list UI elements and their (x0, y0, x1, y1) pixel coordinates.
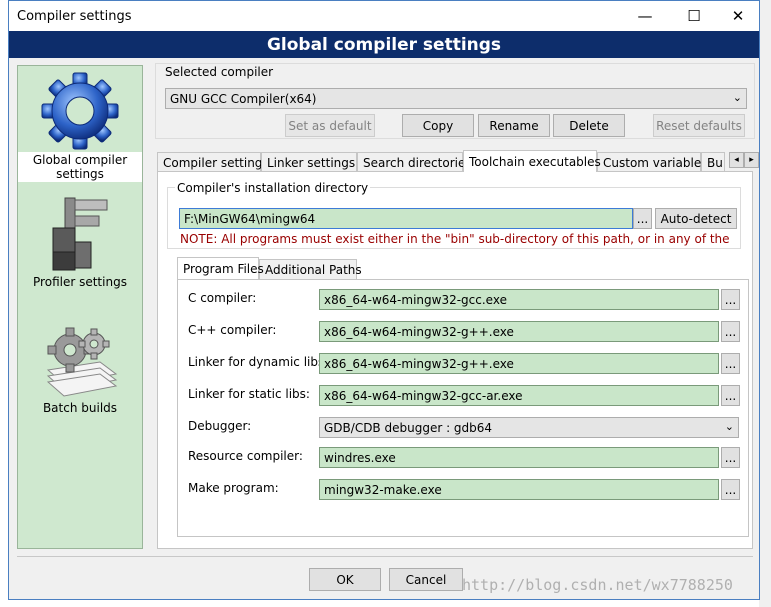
set-default-button[interactable]: Set as default (285, 114, 375, 137)
make-program-input[interactable]: mingw32-make.exe (319, 479, 719, 500)
tab-compiler-settings[interactable]: Compiler settings (157, 152, 269, 172)
compiler-tabs: Compiler settings Linker settings Search… (157, 150, 725, 172)
cpp-compiler-label: C++ compiler: (188, 323, 277, 337)
window-title: Compiler settings (17, 8, 132, 24)
watermark: http://blog.csdn.net/wx7788250 (462, 576, 733, 594)
rename-button[interactable]: Rename (478, 114, 550, 137)
reset-defaults-button[interactable]: Reset defaults (653, 114, 745, 137)
maximize-icon[interactable]: ☐ (671, 1, 717, 31)
cpp-compiler-browse-button[interactable]: ... (721, 321, 740, 342)
nav-item-batch-builds[interactable]: Batch builds (18, 322, 142, 416)
footer-divider (17, 556, 753, 557)
nav-item-global-compiler[interactable]: Global compiler settings (18, 70, 142, 182)
resource-compiler-browse-button[interactable]: ... (721, 447, 740, 468)
cancel-button[interactable]: Cancel (389, 568, 463, 591)
make-program-label: Make program: (188, 481, 279, 495)
nav-item-label: Batch builds (42, 401, 118, 415)
cpp-compiler-input[interactable]: x86_64-w64-mingw32-g++.exe (319, 321, 719, 342)
c-compiler-input[interactable]: x86_64-w64-mingw32-gcc.exe (319, 289, 719, 310)
make-program-browse-button[interactable]: ... (721, 479, 740, 500)
install-dir-browse-button[interactable]: ... (633, 208, 652, 229)
resource-compiler-label: Resource compiler: (188, 449, 303, 463)
tab-linker-settings[interactable]: Linker settings (261, 152, 357, 172)
static-linker-input[interactable]: x86_64-w64-mingw32-gcc-ar.exe (319, 385, 719, 406)
static-linker-browse-button[interactable]: ... (721, 385, 740, 406)
install-dir-note: NOTE: All programs must exist either in … (180, 232, 730, 246)
background-app-left (0, 0, 8, 607)
gears-stack-icon (46, 327, 118, 397)
tab-additional-paths[interactable]: Additional Paths (259, 259, 362, 279)
chevron-down-icon: ⌄ (732, 91, 742, 104)
nav-item-label: Profiler settings (33, 275, 127, 289)
program-tabs: Program Files Additional Paths (177, 257, 362, 279)
tab-program-files[interactable]: Program Files (177, 257, 264, 279)
close-icon[interactable]: ✕ (715, 1, 761, 31)
static-linker-label: Linker for static libs: (188, 387, 310, 401)
ok-button[interactable]: OK (309, 568, 381, 591)
page-banner: Global compiler settings (9, 31, 759, 58)
caliper-icon (52, 197, 108, 271)
gear-icon (41, 72, 119, 150)
background-app-right (759, 0, 771, 607)
dynamic-linker-input[interactable]: x86_64-w64-mingw32-g++.exe (319, 353, 719, 374)
delete-button[interactable]: Delete (553, 114, 625, 137)
main-panel: Selected compiler GNU GCC Compiler(x64) … (155, 63, 759, 549)
tab-scroll-right-icon[interactable]: ▸ (744, 152, 759, 168)
dynamic-linker-browse-button[interactable]: ... (721, 353, 740, 374)
title-bar[interactable]: Compiler settings — ☐ ✕ (9, 1, 759, 31)
install-dir-label: Compiler's installation directory (175, 181, 371, 195)
minimize-icon[interactable]: — (622, 1, 668, 31)
compiler-select-value: GNU GCC Compiler(x64) (170, 91, 317, 106)
nav-item-label: Global compiler settings (18, 152, 142, 182)
copy-button[interactable]: Copy (402, 114, 474, 137)
selected-compiler-label: Selected compiler (165, 65, 274, 79)
compiler-select[interactable]: GNU GCC Compiler(x64) ⌄ (165, 88, 747, 109)
settings-nav: Global compiler settings Profiler settin… (17, 65, 143, 549)
debugger-select-value: GDB/CDB debugger : gdb64 (324, 420, 493, 435)
debugger-select[interactable]: GDB/CDB debugger : gdb64 ⌄ (319, 417, 739, 438)
compiler-settings-dialog: Compiler settings — ☐ ✕ Global compiler … (8, 0, 760, 600)
install-dir-input[interactable]: F:\MinGW64\mingw64 (179, 208, 633, 229)
debugger-label: Debugger: (188, 419, 252, 433)
auto-detect-button[interactable]: Auto-detect (655, 208, 737, 229)
chevron-down-icon: ⌄ (724, 420, 734, 433)
resource-compiler-input[interactable]: windres.exe (319, 447, 719, 468)
tab-build-options[interactable]: Bui (701, 152, 725, 172)
tab-scroll-left-icon[interactable]: ◂ (729, 152, 744, 168)
c-compiler-label: C compiler: (188, 291, 257, 305)
nav-item-profiler[interactable]: Profiler settings (18, 192, 142, 290)
tab-search-directories[interactable]: Search directories (357, 152, 472, 172)
dynamic-linker-label: Linker for dynamic libs: (188, 355, 329, 369)
tab-custom-variables[interactable]: Custom variables (597, 152, 707, 172)
page-title: Global compiler settings (266, 34, 502, 55)
c-compiler-browse-button[interactable]: ... (721, 289, 740, 310)
tab-toolchain-executables[interactable]: Toolchain executables (463, 150, 601, 172)
